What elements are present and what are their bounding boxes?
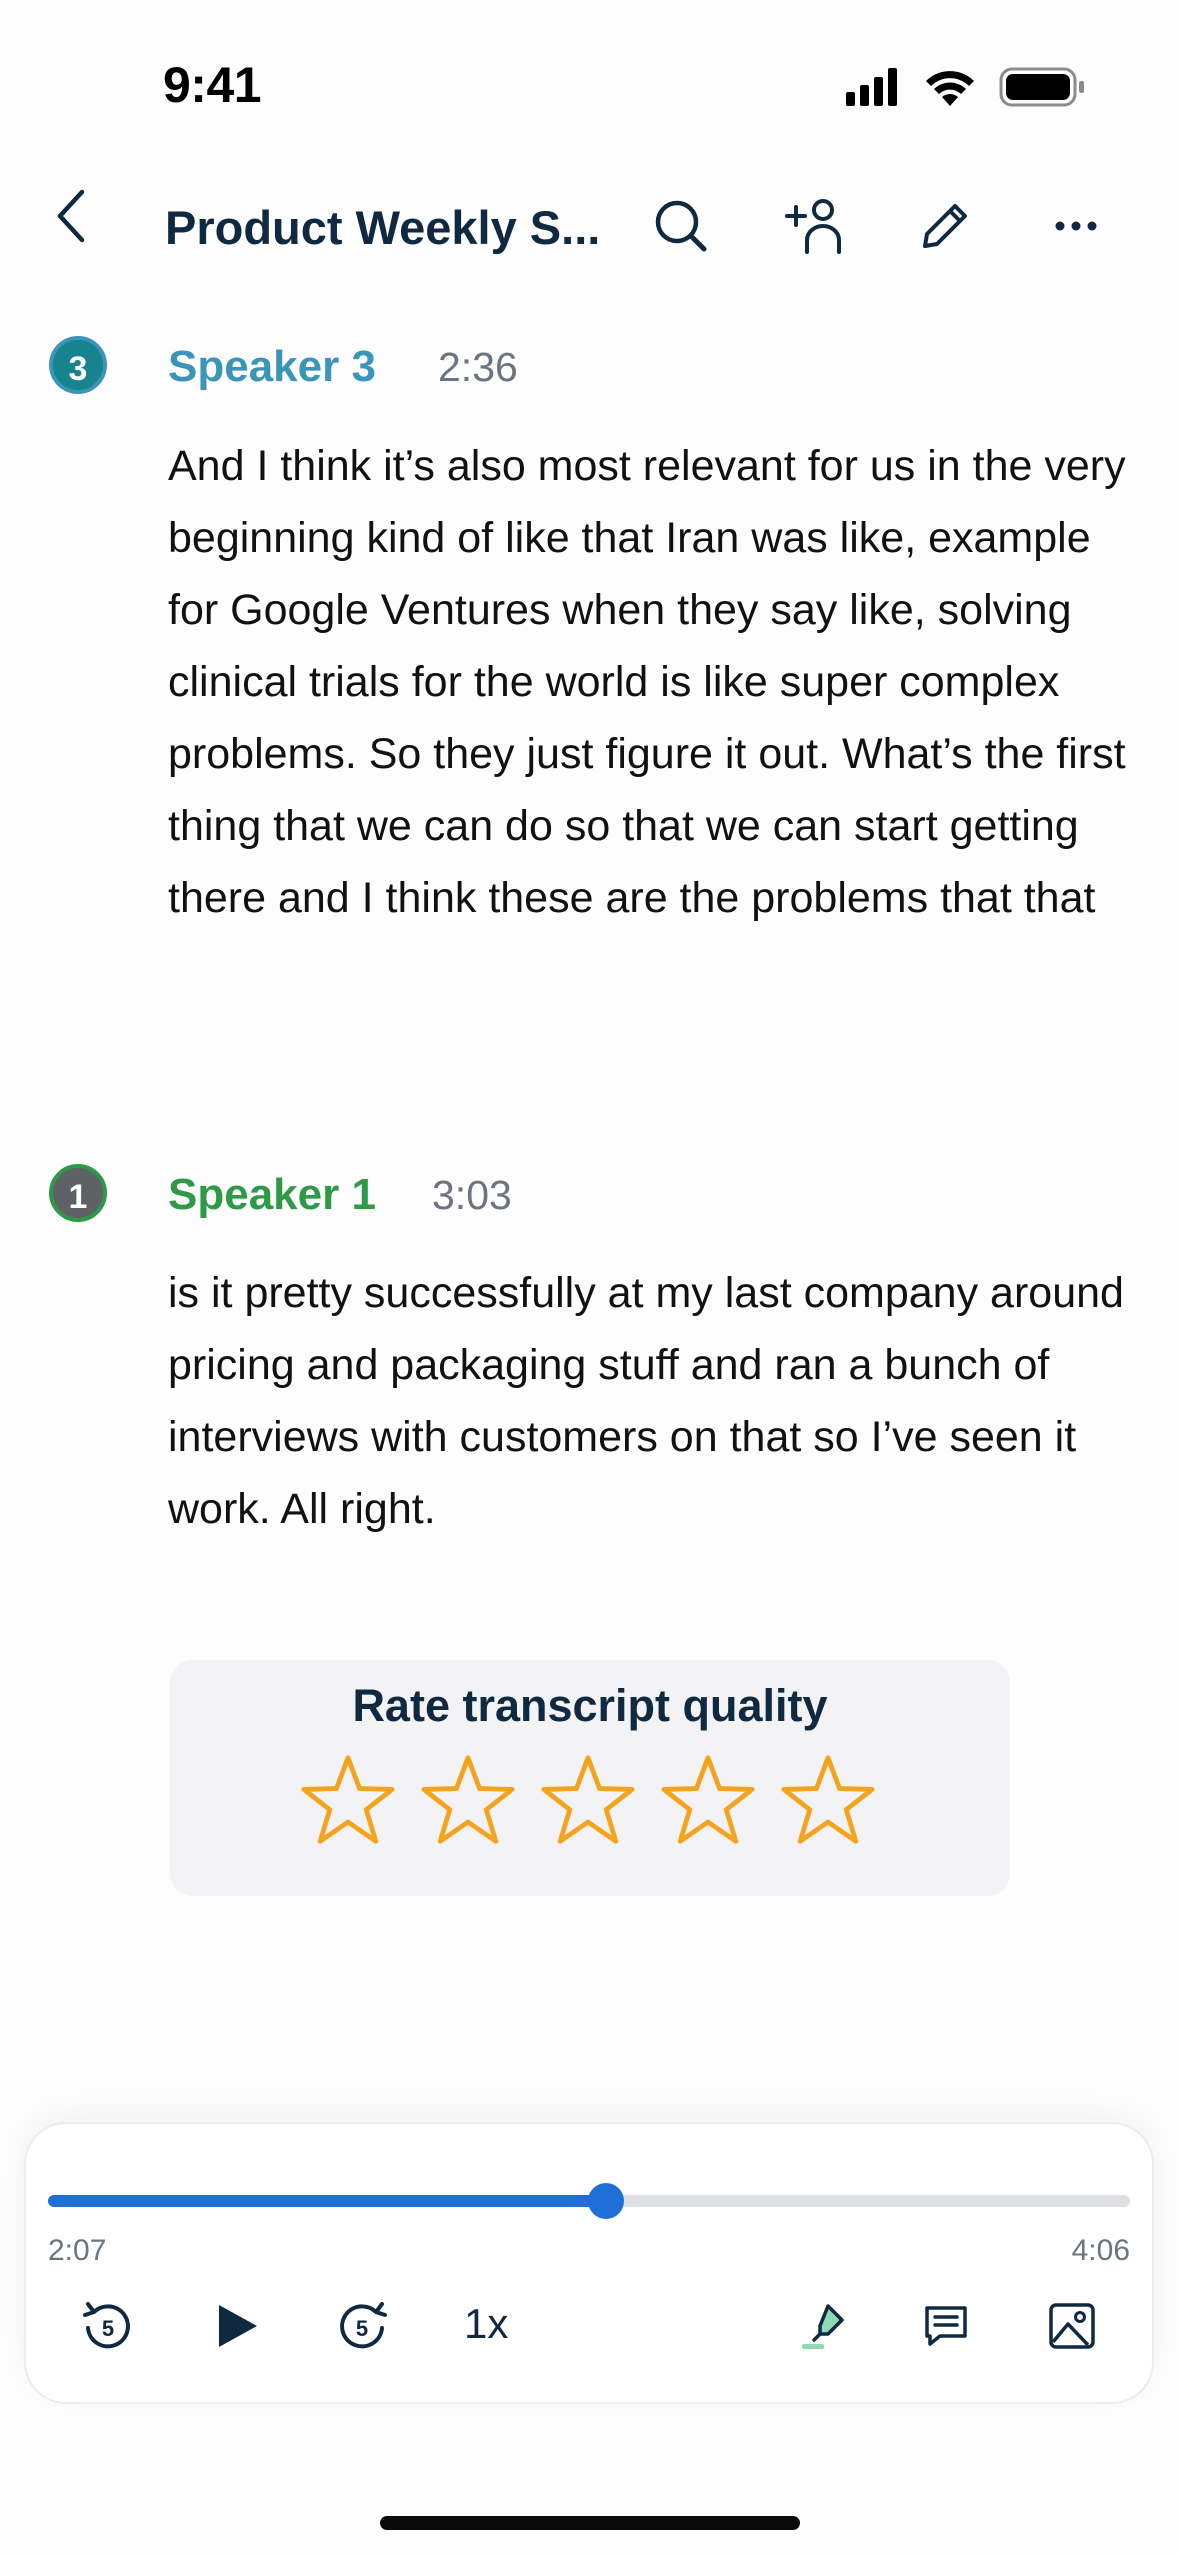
svg-text:5: 5 bbox=[356, 2316, 368, 2341]
battery-icon bbox=[999, 67, 1084, 107]
back-button[interactable] bbox=[52, 186, 92, 246]
add-speaker-button[interactable] bbox=[783, 196, 843, 256]
status-time: 9:41 bbox=[163, 57, 262, 113]
progress-handle[interactable] bbox=[588, 2183, 625, 2219]
more-icon bbox=[1055, 221, 1097, 231]
speaker-badge[interactable]: 3 bbox=[49, 336, 107, 394]
rewind-5-icon: 5 bbox=[83, 2302, 130, 2349]
edit-button[interactable] bbox=[915, 196, 975, 256]
forward-5-button[interactable]: 5 bbox=[332, 2296, 392, 2356]
status-icons bbox=[840, 62, 1090, 117]
wifi-icon bbox=[926, 71, 974, 106]
segment-timestamp[interactable]: 3:03 bbox=[432, 1172, 512, 1219]
play-button[interactable] bbox=[206, 2296, 266, 2356]
more-button[interactable] bbox=[1046, 196, 1106, 256]
search-icon bbox=[655, 200, 707, 252]
image-button[interactable] bbox=[1042, 2296, 1102, 2356]
highlighter-icon bbox=[802, 2304, 844, 2349]
home-indicator bbox=[380, 2516, 800, 2530]
progress-track[interactable] bbox=[48, 2183, 1130, 2219]
signal-icon bbox=[846, 68, 897, 106]
comment-icon bbox=[925, 2306, 967, 2346]
pencil-icon bbox=[923, 204, 967, 248]
search-button[interactable] bbox=[652, 196, 712, 256]
duration: 4:06 bbox=[1071, 2234, 1130, 2267]
audio-player: 2:07 4:06 5 5 1x bbox=[26, 2124, 1152, 2402]
current-time: 2:07 bbox=[48, 2234, 107, 2267]
highlight-button[interactable] bbox=[796, 2296, 856, 2356]
transcript-text[interactable]: is it pretty successfully at my last com… bbox=[168, 1257, 1128, 1545]
svg-text:5: 5 bbox=[102, 2316, 114, 2341]
rating-title: Rate transcript quality bbox=[352, 1680, 828, 1731]
rewind-5-button[interactable]: 5 bbox=[78, 2296, 138, 2356]
star-icon[interactable] bbox=[420, 1752, 516, 1848]
star-icon[interactable] bbox=[540, 1752, 636, 1848]
speaker-name[interactable]: Speaker 1 bbox=[168, 1170, 376, 1220]
page-title: Product Weekly S... bbox=[165, 201, 601, 254]
chevron-left-icon bbox=[57, 189, 85, 243]
play-icon bbox=[219, 2305, 257, 2347]
star-icon[interactable] bbox=[300, 1752, 396, 1848]
image-icon bbox=[1049, 2303, 1095, 2349]
segment-timestamp[interactable]: 2:36 bbox=[438, 344, 518, 391]
rating-card: Rate transcript quality bbox=[170, 1660, 1010, 1896]
progress-fill bbox=[48, 2195, 607, 2207]
speaker-name[interactable]: Speaker 3 bbox=[168, 342, 376, 392]
playback-speed[interactable]: 1x bbox=[464, 2300, 508, 2348]
star-icon[interactable] bbox=[780, 1752, 876, 1848]
star-icon[interactable] bbox=[660, 1752, 756, 1848]
speaker-badge[interactable]: 1 bbox=[49, 1164, 107, 1222]
comment-button[interactable] bbox=[916, 2296, 976, 2356]
add-person-icon bbox=[785, 199, 841, 254]
transcript-text[interactable]: And I think it’s also most relevant for … bbox=[168, 430, 1128, 934]
forward-5-icon: 5 bbox=[340, 2302, 387, 2349]
star-rating bbox=[300, 1752, 876, 1848]
